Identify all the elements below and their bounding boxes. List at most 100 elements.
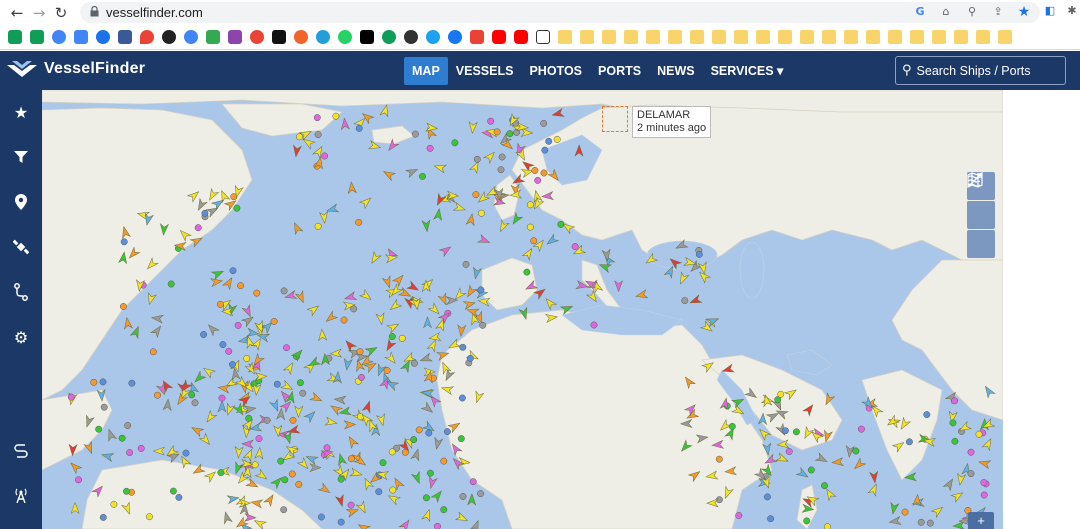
vessel-arrow-icon[interactable] [464, 284, 478, 299]
vessel-arrow-icon[interactable] [433, 436, 444, 450]
bookmark-icon[interactable] [96, 30, 110, 44]
sidebar-track-button[interactable] [0, 431, 42, 471]
vessel-moored-icon[interactable] [926, 519, 934, 527]
vessel-moored-icon[interactable] [154, 391, 161, 399]
vessel-arrow-icon[interactable] [243, 404, 257, 415]
vessel-moored-icon[interactable] [967, 448, 975, 456]
vessel-arrow-icon[interactable] [391, 273, 406, 288]
vessel-arrow-icon[interactable] [421, 219, 431, 233]
vessel-moored-icon[interactable] [415, 426, 423, 434]
vessel-arrow-icon[interactable] [419, 352, 433, 364]
vessel-moored-icon[interactable] [426, 144, 434, 152]
vessel-arrow-icon[interactable] [296, 456, 311, 472]
vessel-moored-icon[interactable] [545, 137, 553, 145]
vessel-moored-icon[interactable] [498, 153, 506, 161]
vessel-moored-icon[interactable] [781, 427, 789, 435]
vessel-moored-icon[interactable] [357, 373, 365, 381]
vessel-arrow-icon[interactable] [469, 519, 481, 529]
vessel-arrow-icon[interactable] [677, 271, 690, 285]
vessel-arrow-icon[interactable] [383, 338, 397, 353]
vessel-arrow-icon[interactable] [204, 409, 218, 425]
vessel-moored-icon[interactable] [347, 501, 355, 509]
vessel-moored-icon[interactable] [477, 209, 485, 217]
vessel-moored-icon[interactable] [283, 344, 290, 352]
vessel-arrow-icon[interactable] [814, 452, 828, 465]
vessel-arrow-icon[interactable] [294, 405, 304, 418]
vessel-moored-icon[interactable] [314, 222, 322, 230]
vessel-arrow-icon[interactable] [457, 324, 467, 338]
vessel-arrow-icon[interactable] [388, 298, 403, 313]
sidebar-route-button[interactable] [0, 272, 42, 312]
vessel-arrow-icon[interactable] [346, 435, 360, 450]
vessel-arrow-icon[interactable] [467, 493, 477, 506]
vessel-arrow-icon[interactable] [387, 492, 401, 506]
vessel-arrow-icon[interactable] [382, 168, 397, 182]
vessel-moored-icon[interactable] [194, 224, 202, 232]
vessel-arrow-icon[interactable] [278, 389, 293, 404]
vessel-moored-icon[interactable] [217, 469, 225, 477]
vessel-moored-icon[interactable] [175, 493, 183, 501]
vessel-arrow-icon[interactable] [635, 289, 649, 300]
vessel-moored-icon[interactable] [340, 316, 348, 324]
vessel-moored-icon[interactable] [479, 321, 487, 329]
vessel-moored-icon[interactable] [777, 390, 785, 398]
vessel-moored-icon[interactable] [234, 321, 242, 329]
bookmark-icon[interactable] [448, 30, 462, 44]
vessel-arrow-icon[interactable] [309, 391, 323, 405]
folder-icon[interactable] [866, 30, 880, 44]
vessel-moored-icon[interactable] [216, 300, 224, 308]
vessel-arrow-icon[interactable] [950, 489, 965, 503]
vessel-arrow-icon[interactable] [309, 463, 322, 473]
folder-icon[interactable] [646, 30, 660, 44]
vessel-moored-icon[interactable] [167, 280, 175, 288]
bookmark-icon[interactable] [250, 30, 264, 44]
folder-icon[interactable] [976, 30, 990, 44]
vessel-arrow-icon[interactable] [324, 310, 339, 324]
vessel-arrow-icon[interactable] [241, 439, 254, 449]
vessel-arrow-icon[interactable] [210, 277, 224, 288]
vessel-arrow-icon[interactable] [150, 324, 164, 339]
vessel-moored-icon[interactable] [233, 204, 241, 212]
vessel-moored-icon[interactable] [100, 403, 108, 411]
vessel-arrow-icon[interactable] [364, 344, 378, 357]
selected-vessel-marker[interactable] [602, 106, 628, 132]
vessel-moored-icon[interactable] [277, 457, 285, 465]
vessel-arrow-icon[interactable] [319, 211, 329, 224]
vessel-moored-icon[interactable] [422, 494, 430, 502]
vessel-arrow-icon[interactable] [340, 117, 350, 131]
vessel-moored-icon[interactable] [67, 393, 75, 401]
vessel-moored-icon[interactable] [314, 131, 322, 139]
vessel-moored-icon[interactable] [923, 411, 931, 419]
vessel-moored-icon[interactable] [469, 478, 477, 486]
vessel-arrow-icon[interactable] [105, 428, 118, 442]
vessel-moored-icon[interactable] [99, 378, 107, 386]
vessel-moored-icon[interactable] [715, 455, 723, 463]
vessel-arrow-icon[interactable] [306, 303, 321, 317]
vessel-moored-icon[interactable] [323, 444, 331, 452]
vessel-arrow-icon[interactable] [689, 294, 703, 307]
vessel-arrow-icon[interactable] [334, 493, 347, 508]
bookmark-icon[interactable] [8, 30, 22, 44]
sidebar-location-button[interactable] [0, 182, 42, 222]
vessel-moored-icon[interactable] [493, 128, 501, 136]
vessel-arrow-icon[interactable] [398, 518, 412, 529]
vessel-moored-icon[interactable] [975, 430, 983, 438]
bookmark-icon[interactable] [492, 30, 506, 44]
vessel-moored-icon[interactable] [237, 282, 245, 290]
vessel-moored-icon[interactable] [251, 461, 259, 469]
vessel-arrow-icon[interactable] [421, 508, 433, 523]
sidebar-satellite-button[interactable] [0, 227, 42, 267]
vessel-arrow-icon[interactable] [361, 477, 375, 491]
vessel-moored-icon[interactable] [534, 176, 542, 184]
vessel-moored-icon[interactable] [458, 394, 466, 402]
vessel-moored-icon[interactable] [410, 436, 418, 444]
vessel-moored-icon[interactable] [280, 287, 288, 295]
vessel-moored-icon[interactable] [590, 321, 598, 329]
vessel-arrow-icon[interactable] [433, 208, 443, 221]
vessel-arrow-icon[interactable] [956, 472, 967, 486]
vessel-moored-icon[interactable] [375, 488, 383, 496]
vessel-moored-icon[interactable] [487, 117, 495, 125]
vessel-arrow-icon[interactable] [497, 219, 510, 233]
vessel-arrow-icon[interactable] [386, 321, 400, 334]
vessel-moored-icon[interactable] [803, 517, 811, 525]
